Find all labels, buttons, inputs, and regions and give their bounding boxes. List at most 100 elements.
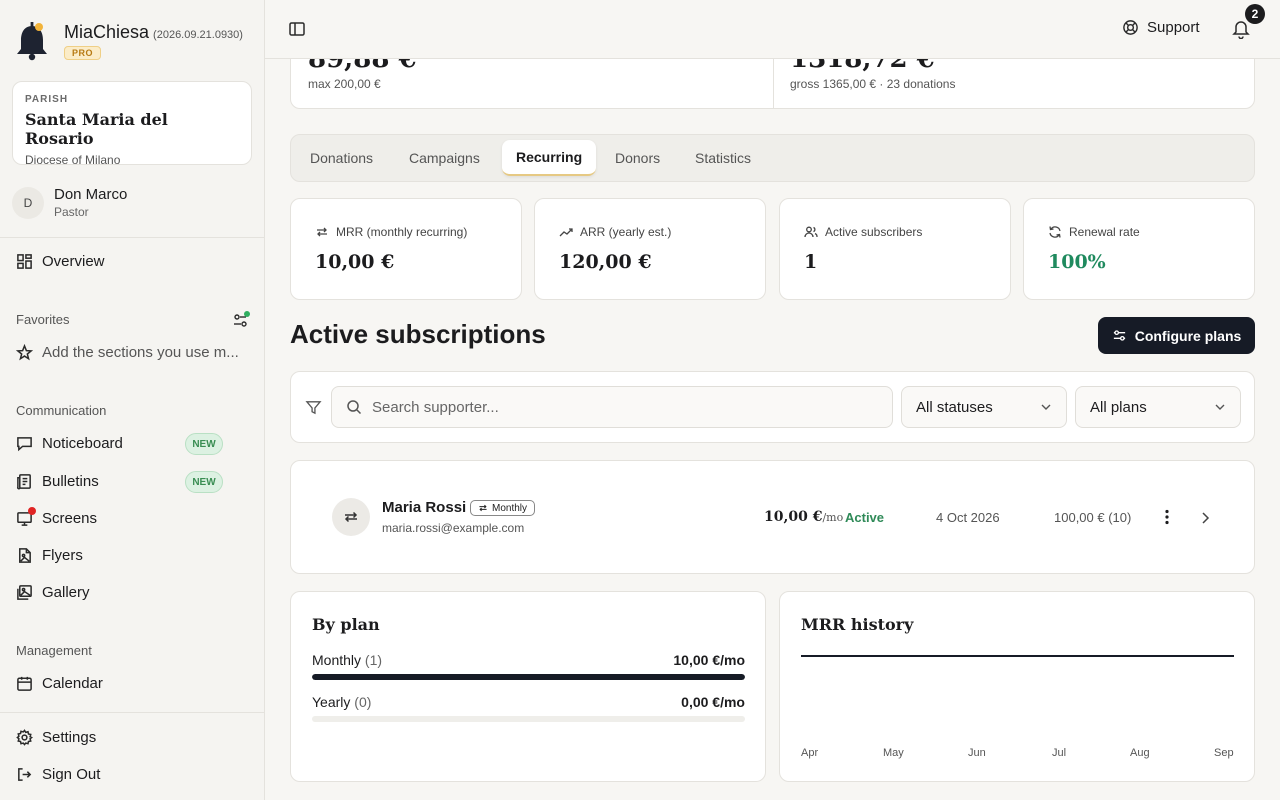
sidebar-item-overview[interactable]: Overview	[16, 253, 105, 270]
donation-tabs: Donations Campaigns Recurring Donors Sta…	[290, 134, 1255, 182]
sidebar-item-bulletins[interactable]: Bulletins	[16, 473, 99, 490]
plan-filter-value: All plans	[1090, 398, 1147, 416]
notification-count-badge: 2	[1245, 4, 1265, 24]
status-badge: Active	[845, 510, 885, 525]
sidebar-item-calendar[interactable]: Calendar	[16, 675, 103, 692]
alert-dot	[28, 507, 36, 515]
repeat-icon	[317, 227, 327, 237]
plan-count: (0)	[354, 694, 372, 710]
plan-bar-fill	[312, 674, 745, 680]
panel-title: MRR history	[801, 615, 914, 634]
plan-amount: 10,00 €/mo	[673, 652, 745, 668]
parish-card[interactable]: PARISH Santa Maria del Rosario Diocese o…	[12, 81, 252, 167]
support-button[interactable]: Support	[1122, 19, 1200, 36]
user-profile[interactable]: D Don Marco Pastor	[12, 186, 127, 219]
amount-period: /mo	[822, 511, 844, 524]
sidebar-item-label: Bulletins	[42, 473, 99, 490]
divider	[0, 712, 265, 713]
kpi-subscribers: Active subscribers 1	[779, 198, 1011, 300]
plan-badge: Monthly	[470, 500, 536, 516]
star-icon	[16, 344, 33, 361]
sidebar-item-label: Noticeboard	[42, 435, 123, 452]
pro-badge: PRO	[64, 46, 102, 60]
kpi-value: 120,00 €	[559, 251, 652, 273]
tab-recurring[interactable]: Recurring	[502, 140, 597, 176]
tab-campaigns[interactable]: Campaigns	[395, 140, 494, 176]
plan-amount: 0,00 €/mo	[681, 694, 745, 710]
lifebuoy-icon	[1123, 20, 1138, 35]
bell-logo-icon	[14, 18, 50, 62]
sliders-icon	[1113, 330, 1125, 341]
mrr-line	[801, 655, 1234, 657]
subscription-amount: 10,00 €/mo	[764, 509, 843, 525]
sidebar-item-label: Overview	[42, 253, 105, 270]
axis-label: Apr	[801, 747, 819, 759]
status-filter-value: All statuses	[916, 398, 993, 416]
sidebar: MiaChiesa (2026.09.21.0930) PRO PARISH Sa…	[0, 0, 265, 800]
axis-label: Aug	[1130, 747, 1150, 759]
tab-donors[interactable]: Donors	[601, 140, 674, 176]
kpi-label: MRR (monthly recurring)	[336, 225, 468, 239]
status-filter-select[interactable]: All statuses	[901, 386, 1067, 428]
plan-filter-select[interactable]: All plans	[1075, 386, 1241, 428]
plan-name: Yearly	[312, 694, 351, 710]
kpi-label: Renewal rate	[1069, 225, 1140, 239]
kpi-label: Active subscribers	[825, 225, 923, 239]
sidebar-item-label: Calendar	[42, 675, 103, 692]
summary-left-sub: max 200,00 €	[308, 77, 381, 91]
filter-bar: Search supporter... All statuses All pla…	[290, 371, 1255, 443]
brand-name: MiaChiesa	[64, 22, 150, 42]
user-name: Don Marco	[54, 186, 128, 203]
sidebar-item-label: Flyers	[42, 547, 83, 564]
by-plan-panel: By plan Monthly (1) 10,00 €/mo Yearly (0…	[290, 591, 766, 782]
sidebar-item-noticeboard[interactable]: Noticeboard	[16, 435, 123, 452]
more-options-icon[interactable]	[1161, 508, 1173, 531]
supporter-name: Maria Rossi	[382, 499, 467, 516]
parish-diocese: Diocese of Milano	[25, 153, 121, 167]
chevron-down-icon	[1215, 404, 1225, 410]
chevron-right-icon[interactable]	[1199, 511, 1211, 530]
search-input[interactable]: Search supporter...	[331, 386, 893, 428]
search-placeholder: Search supporter...	[372, 398, 499, 416]
kpi-mrr: MRR (monthly recurring) 10,00 €	[290, 198, 522, 300]
sidebar-item-settings[interactable]: Settings	[16, 729, 96, 746]
plan-bar-yearly	[312, 716, 745, 722]
users-icon	[804, 226, 818, 238]
configure-plans-button[interactable]: Configure plans	[1098, 317, 1255, 354]
total-collected: 100,00 € (10)	[1054, 510, 1132, 525]
sidebar-toggle-icon[interactable]	[288, 20, 306, 43]
kpi-renewal-rate: Renewal rate 100%	[1023, 198, 1255, 300]
tab-donations[interactable]: Donations	[296, 140, 387, 176]
images-icon	[17, 585, 32, 600]
sidebar-item-label: Settings	[42, 729, 97, 746]
divider	[0, 237, 265, 238]
file-image-icon	[19, 548, 31, 563]
chevron-down-icon	[1041, 404, 1051, 410]
kpi-value: 1	[804, 251, 818, 273]
tab-statistics[interactable]: Statistics	[681, 140, 765, 176]
favorites-label: Favorites	[16, 312, 70, 327]
favorites-hint[interactable]: Add the sections you use m...	[16, 344, 239, 361]
brand[interactable]: MiaChiesa (2026.09.21.0930) PRO	[14, 18, 243, 62]
parish-name: Santa Maria del Rosario	[25, 110, 168, 148]
plan-row-monthly: Monthly (1) 10,00 €/mo	[312, 652, 745, 668]
supporter-email: maria.rossi@example.com	[382, 521, 525, 535]
notifications-bell-icon[interactable]	[1232, 19, 1250, 44]
sidebar-item-label: Sign Out	[42, 766, 101, 783]
sidebar-item-sign-out[interactable]: Sign Out	[16, 766, 100, 783]
customize-favorites-icon[interactable]	[232, 311, 250, 334]
repeat-icon	[479, 504, 487, 512]
plan-count: (1)	[364, 652, 383, 668]
sidebar-item-flyers[interactable]: Flyers	[16, 547, 83, 564]
plan-row-yearly: Yearly (0) 0,00 €/mo	[312, 694, 745, 710]
favorites-hint-text: Add the sections you use m...	[42, 344, 239, 361]
new-badge: NEW	[185, 471, 223, 493]
sidebar-item-screens[interactable]: Screens	[16, 507, 97, 527]
subscription-row[interactable]: Maria Rossi Monthly maria.rossi@example.…	[290, 460, 1255, 574]
filter-icon[interactable]	[305, 399, 322, 421]
sidebar-item-gallery[interactable]: Gallery	[16, 584, 90, 601]
new-badge: NEW	[185, 433, 223, 455]
grid-icon	[17, 254, 32, 269]
kpi-value: 100%	[1048, 251, 1106, 273]
amount-value: 10,00 €	[764, 509, 823, 525]
